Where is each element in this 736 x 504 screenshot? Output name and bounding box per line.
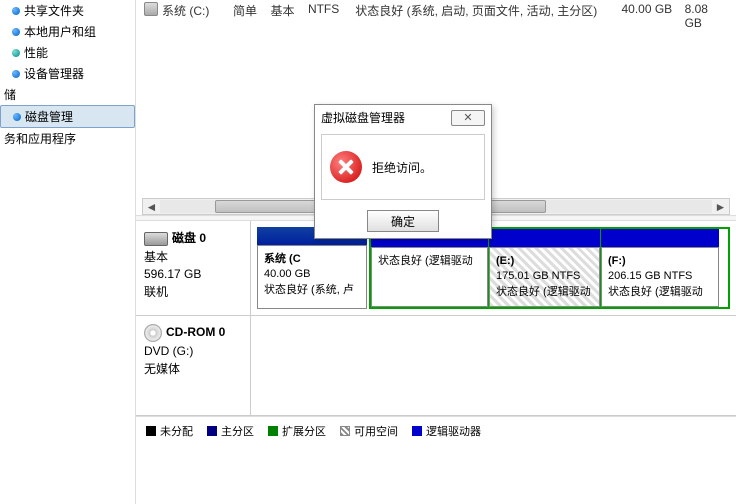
tree-label: 设备管理器 (24, 65, 84, 82)
disk-graphic-pane: 磁盘 0 基本 596.17 GB 联机 系统 (C 40.00 GB 状态良好… (136, 221, 736, 504)
nav-tree: 共享文件夹 本地用户和组 性能 设备管理器 储 磁盘管理 务和应用程序 (0, 0, 135, 504)
tree-label: 务和应用程序 (4, 130, 76, 147)
legend: 未分配 主分区 扩展分区 可用空间 逻辑驱动器 (136, 416, 736, 445)
volume-fs: NTFS (308, 2, 355, 30)
dialog-title: 虚拟磁盘管理器 (321, 109, 405, 126)
partition-size: 175.01 GB NTFS (496, 269, 593, 284)
tree-item-disk-management[interactable]: 磁盘管理 (0, 105, 135, 128)
tree-item-performance[interactable]: 性能 (0, 42, 135, 63)
dialog-body: 拒绝访问。 (321, 134, 485, 200)
legend-label: 主分区 (221, 423, 254, 439)
partition-f[interactable]: (F:) 206.15 GB NTFS 状态良好 (逻辑驱动 (601, 229, 719, 307)
volume-type: 基本 (270, 2, 307, 30)
volume-row[interactable]: 系统 (C:) 简单 基本 NTFS 状态良好 (系统, 启动, 页面文件, 活… (144, 0, 728, 32)
scroll-right-icon[interactable]: ► (712, 199, 729, 214)
volume-capacity: 40.00 GB (621, 2, 684, 30)
partition-header (601, 229, 719, 247)
swatch-icon (412, 426, 422, 436)
legend-item: 扩展分区 (268, 423, 326, 439)
legend-label: 扩展分区 (282, 423, 326, 439)
legend-item: 主分区 (207, 423, 254, 439)
dialog-titlebar[interactable]: 虚拟磁盘管理器 ✕ (315, 105, 491, 130)
tree-label: 本地用户和组 (24, 23, 96, 40)
legend-item: 可用空间 (340, 423, 398, 439)
error-dialog: 虚拟磁盘管理器 ✕ 拒绝访问。 确定 (314, 104, 492, 239)
tree-label: 性能 (24, 44, 48, 61)
legend-label: 未分配 (160, 423, 193, 439)
scroll-left-icon[interactable]: ◄ (143, 199, 160, 214)
disk-type: DVD (G:) (144, 344, 242, 358)
partition-label: (F:) (608, 254, 712, 269)
volume-layout: 简单 (233, 2, 270, 30)
disk-info[interactable]: CD-ROM 0 DVD (G:) 无媒体 (136, 316, 251, 415)
legend-item: 未分配 (146, 423, 193, 439)
partition-label: 系统 (C (264, 252, 360, 267)
partition-label: (E:) (496, 254, 593, 269)
legend-item: 逻辑驱动器 (412, 423, 481, 439)
tree-item-local-users[interactable]: 本地用户和组 (0, 21, 135, 42)
tree-label: 磁盘管理 (25, 108, 73, 125)
tree-item-shared-folders[interactable]: 共享文件夹 (0, 0, 135, 21)
partition-e[interactable]: (E:) 175.01 GB NTFS 状态良好 (逻辑驱动 (489, 229, 601, 307)
tree-item-services[interactable]: 务和应用程序 (0, 128, 135, 149)
tree-label: 储 (4, 86, 16, 103)
partition-status: 状态良好 (逻辑驱动 (496, 285, 593, 300)
performance-icon (12, 49, 20, 57)
disk-title: 磁盘 0 (172, 231, 206, 245)
legend-label: 逻辑驱动器 (426, 423, 481, 439)
partition-header (489, 229, 600, 247)
partition-status: 状态良好 (逻辑驱动 (608, 285, 712, 300)
volume-status: 状态良好 (系统, 启动, 页面文件, 活动, 主分区) (355, 2, 621, 30)
users-icon (12, 28, 20, 36)
disk-type: 基本 (144, 248, 242, 265)
close-icon: ✕ (463, 111, 472, 124)
volume-name: 系统 (C:) (162, 2, 233, 30)
volume-icon (144, 2, 158, 16)
partition-status: 状态良好 (系统, 卢 (264, 283, 360, 298)
legend-label: 可用空间 (354, 423, 398, 439)
partition-c[interactable]: 系统 (C 40.00 GB 状态良好 (系统, 卢 (257, 227, 367, 309)
tree-label: 共享文件夹 (24, 2, 84, 19)
swatch-icon (268, 426, 278, 436)
swatch-icon (146, 426, 156, 436)
disk-icon (13, 113, 21, 121)
tree-item-device-manager[interactable]: 设备管理器 (0, 63, 135, 84)
folder-icon (12, 7, 20, 15)
partition-size: 40.00 GB (264, 267, 360, 282)
tree-item-storage[interactable]: 储 (0, 84, 135, 105)
main-content: 系统 (C:) 简单 基本 NTFS 状态良好 (系统, 启动, 页面文件, 活… (135, 0, 736, 504)
disk-status: 联机 (144, 283, 242, 300)
partition-size: 206.15 GB NTFS (608, 269, 712, 284)
hdd-icon (144, 232, 168, 246)
disk-row: CD-ROM 0 DVD (G:) 无媒体 (136, 316, 736, 416)
extended-partition: 状态良好 (逻辑驱动 (E:) 175.01 GB NTFS 状态良好 (逻辑驱… (369, 227, 730, 309)
close-button[interactable]: ✕ (451, 110, 485, 126)
ok-button[interactable]: 确定 (367, 210, 439, 232)
disk-status: 无媒体 (144, 360, 242, 377)
volume-free: 8.08 GB (685, 2, 728, 30)
dialog-message: 拒绝访问。 (372, 159, 432, 176)
error-icon (330, 151, 362, 183)
partition-area-empty (251, 316, 736, 415)
partition-status: 状态良好 (逻辑驱动 (378, 254, 481, 269)
cdrom-icon (144, 324, 162, 342)
partition-logical-1[interactable]: 状态良好 (逻辑驱动 (371, 229, 489, 307)
disk-size: 596.17 GB (144, 267, 242, 281)
disk-info[interactable]: 磁盘 0 基本 596.17 GB 联机 (136, 221, 251, 315)
swatch-icon (207, 426, 217, 436)
disk-title: CD-ROM 0 (166, 325, 225, 339)
device-icon (12, 70, 20, 78)
swatch-icon (340, 426, 350, 436)
